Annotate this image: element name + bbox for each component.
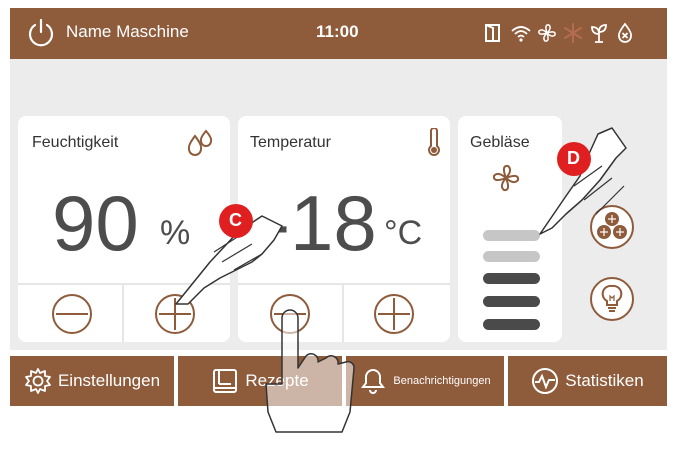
callout-d-label: D bbox=[567, 148, 580, 168]
bell-icon bbox=[361, 368, 386, 394]
fan-level-bar-4[interactable] bbox=[483, 251, 540, 262]
door-icon bbox=[485, 24, 500, 42]
fan-level-bar-3[interactable] bbox=[483, 273, 540, 284]
fan-icon bbox=[538, 24, 556, 42]
humidity-unit: % bbox=[160, 214, 191, 252]
nav-settings-button[interactable]: Einstellungen bbox=[10, 356, 174, 406]
clock: 11:00 bbox=[316, 22, 359, 41]
humidity-title: Feuchtigkeit bbox=[32, 134, 119, 151]
fan-icon bbox=[492, 164, 520, 192]
temperature-title: Temperatur bbox=[250, 134, 331, 151]
nav-statistics-button[interactable]: Statistiken bbox=[508, 356, 667, 406]
divider bbox=[342, 284, 344, 342]
frost-mode-button[interactable] bbox=[589, 204, 635, 250]
divider bbox=[238, 283, 450, 285]
top-bar: Name Maschine 11:00 bbox=[10, 8, 667, 59]
light-button[interactable] bbox=[589, 276, 635, 322]
divider bbox=[122, 284, 124, 342]
temperature-unit: °C bbox=[384, 214, 423, 252]
temperature-minus-button[interactable] bbox=[268, 292, 312, 336]
divider bbox=[18, 283, 230, 285]
nav-notifications-label: Benachrichtigungen bbox=[393, 375, 491, 387]
plant-icon bbox=[591, 24, 607, 43]
humidity-value: 90 bbox=[52, 179, 139, 267]
fan-title: Gebläse bbox=[470, 134, 530, 151]
fan-level-bar-1[interactable] bbox=[483, 319, 540, 330]
pulse-icon bbox=[532, 368, 559, 394]
nav-settings-label: Einstellungen bbox=[57, 371, 161, 390]
nav-recipes-label: Rezepte bbox=[245, 371, 309, 390]
humidity-minus-button[interactable] bbox=[50, 292, 94, 336]
nav-statistics-label: Statistiken bbox=[565, 371, 644, 390]
temperature-value: -18 bbox=[264, 179, 377, 267]
wifi-icon bbox=[511, 26, 531, 42]
droplets-icon bbox=[187, 129, 213, 156]
fan-level-bar-2[interactable] bbox=[483, 296, 540, 307]
nav-notifications-button[interactable]: Benachrichtigungen bbox=[346, 356, 504, 406]
no-water-icon bbox=[617, 22, 633, 43]
nav-recipes-button[interactable]: Rezepte bbox=[178, 356, 342, 406]
temperature-plus-button[interactable] bbox=[372, 292, 416, 336]
callout-c-label: C bbox=[229, 210, 242, 230]
fan-level-bar-5[interactable] bbox=[483, 230, 540, 241]
power-icon[interactable] bbox=[26, 18, 56, 48]
machine-name: Name Maschine bbox=[66, 22, 189, 41]
humidity-plus-button[interactable] bbox=[153, 292, 197, 336]
frost-icon bbox=[564, 23, 582, 43]
gear-icon bbox=[25, 368, 51, 394]
book-icon bbox=[213, 369, 238, 393]
thermometer-icon bbox=[428, 128, 440, 156]
